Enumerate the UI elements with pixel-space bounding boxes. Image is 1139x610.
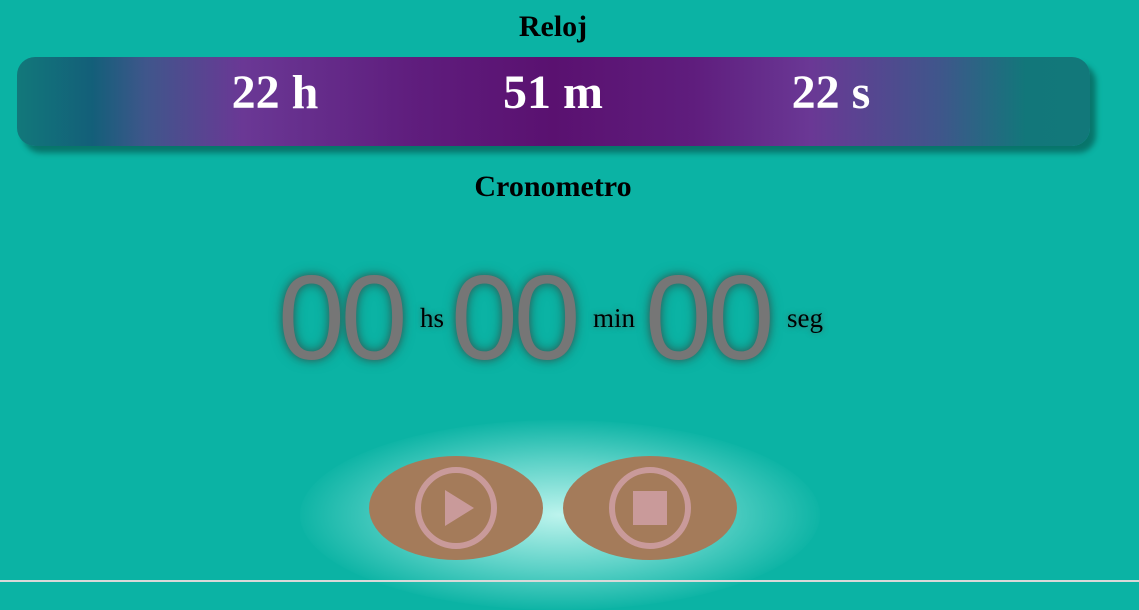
stopwatch-seconds: 00: [645, 251, 774, 385]
clock-title: Reloj: [518, 10, 588, 43]
stopwatch-minutes-unit: min: [593, 303, 636, 333]
stop-icon: [609, 467, 691, 549]
stopwatch-minutes: 00: [451, 251, 580, 385]
stop-button[interactable]: [563, 456, 737, 560]
stopwatch-seconds-unit: seg: [787, 303, 823, 333]
clock-display: 22 h 51 m 22 s: [17, 57, 1090, 146]
stopwatch-title: Cronometro: [474, 170, 632, 203]
clock-hours: 22 h: [231, 66, 319, 119]
stopwatch-hours: 00: [278, 251, 407, 385]
play-icon: [415, 467, 497, 549]
play-button[interactable]: [369, 456, 543, 560]
stopwatch-hours-unit: hs: [420, 303, 445, 333]
bottom-divider: [0, 580, 1139, 582]
clock-seconds: 22 s: [791, 66, 871, 119]
clock-minutes: 51 m: [503, 66, 603, 119]
